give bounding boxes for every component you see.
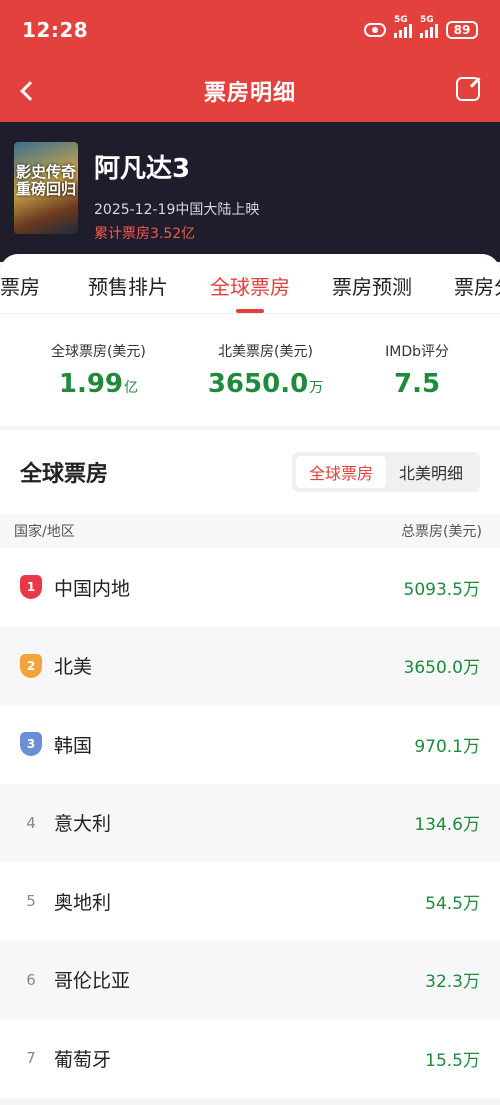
country-name: 奥地利 [54,891,112,914]
movie-cumulative-box-office: 累计票房3.52亿 [94,226,196,242]
tab-box-office-split[interactable]: 票房分 [454,271,500,300]
back-button[interactable] [10,74,44,108]
active-tab-indicator [236,309,264,313]
status-bar: 12:28 5G 5G 89 [0,0,500,60]
top-bar: 12:28 5G 5G 89 票房明细 [0,0,500,122]
tab-presale[interactable]: 预售排片 [88,271,168,300]
rank-badge-icon: 3 [20,732,42,757]
stat-global: 全球票房(美元) 1.99亿 [51,341,146,399]
table-row[interactable]: 6 哥伦比亚 32.3万 [0,940,500,1019]
rank-number: 6 [26,970,36,989]
table-row[interactable]: 4 意大利 134.6万 [0,783,500,862]
country-name: 葡萄牙 [54,1048,112,1071]
movie-release-date: 2025-12-19中国大陆上映 [94,202,260,218]
tab-forecast[interactable]: 票房预测 [332,271,412,300]
movie-info: 阿凡达3 2025-12-19中国大陆上映 累计票房3.52亿 [94,142,259,242]
rank: 5 [18,892,44,910]
page-title: 票房明细 [203,81,296,106]
rank: 3 [18,732,44,757]
rank-number: 4 [26,813,36,832]
stat-unit: 万 [309,380,324,396]
table-row[interactable]: 3 韩国 970.1万 [0,705,500,784]
rank-number: 5 [26,892,36,911]
tab-box-office[interactable]: 用票房 [0,271,40,300]
chevron-left-icon [20,81,40,101]
signal-icon: 5G [394,15,412,38]
box-office-value: 15.5万 [425,1050,480,1071]
box-office-value: 3650.0万 [403,658,480,679]
poster-text: 影史传奇 重磅回归 [16,163,77,198]
rank-number: 7 [26,1049,36,1068]
country-table: 1 中国内地 5093.5万 2 北美 3650.0万 3 韩国 970.1万 … [0,548,500,1098]
rank: 4 [18,814,44,832]
country-name: 韩国 [54,734,93,757]
stat-value: 7.5 [394,369,441,399]
table-row[interactable]: 5 奥地利 54.5万 [0,862,500,941]
view-toggle: 全球票房 北美明细 [291,452,480,492]
rank: 2 [18,653,44,678]
signal-icon: 5G [420,15,438,38]
country-name: 北美 [54,656,93,679]
stat-unit: 亿 [124,380,139,396]
country-name: 中国内地 [54,577,131,600]
toggle-north-america[interactable]: 北美明细 [386,456,476,488]
rank: 7 [18,1049,44,1067]
stat-label: IMDb评分 [385,344,449,360]
table-header: 国家/地区 总票房(美元) [0,514,500,548]
rank: 1 [18,575,44,600]
eye-icon [364,23,386,37]
box-office-value: 54.5万 [425,893,480,914]
stat-label: 北美票房(美元) [218,344,313,360]
toggle-global[interactable]: 全球票房 [295,456,386,488]
stat-value: 3650.0 [207,369,309,399]
rank-badge-icon: 2 [20,653,42,678]
column-total: 总票房(美元) [401,524,482,540]
stat-value: 1.99 [58,369,124,399]
signal-label: 5G [394,15,408,25]
movie-title: 阿凡达3 [94,154,191,184]
box-office-value: 970.1万 [414,736,480,757]
share-icon[interactable] [456,77,480,101]
movie-poster[interactable]: 影史传奇 重磅回归 [14,142,78,234]
column-country: 国家/地区 [14,524,75,540]
global-box-office-section: 全球票房 全球票房 北美明细 国家/地区 总票房(美元) 1 中国内地 5093… [0,430,500,1098]
section-header: 全球票房 全球票房 北美明细 [0,430,500,514]
nav-bar: 票房明细 [0,60,500,122]
table-row[interactable]: 2 北美 3650.0万 [0,626,500,705]
rank: 6 [18,971,44,989]
status-icons: 5G 5G 89 [364,15,478,39]
box-office-value: 5093.5万 [403,579,480,600]
stats-summary: 全球票房(美元) 1.99亿 北美票房(美元) 3650.0万 IMDb评分 7… [0,314,500,426]
stat-label: 全球票房(美元) [50,344,146,360]
stat-imdb: IMDb评分 7.5 [385,341,449,399]
country-name: 哥伦比亚 [54,970,131,993]
content-card: 用票房 预售排片 全球票房 票房预测 票房分 全球票房(美元) 1.99亿 北美… [0,254,500,426]
box-office-value: 32.3万 [425,972,480,993]
country-name: 意大利 [54,813,112,836]
battery-icon: 89 [446,21,478,39]
signal-label: 5G [420,15,434,25]
tab-global-box-office[interactable]: 全球票房 [210,271,290,300]
box-office-value: 134.6万 [414,815,480,836]
status-time: 12:28 [22,18,89,42]
table-row[interactable]: 1 中国内地 5093.5万 [0,548,500,627]
rank-badge-icon: 1 [20,575,42,600]
section-title: 全球票房 [20,462,109,487]
tab-bar: 用票房 预售排片 全球票房 票房预测 票房分 [0,254,500,314]
movie-header: 影史传奇 重磅回归 阿凡达3 2025-12-19中国大陆上映 累计票房3.52… [0,122,500,262]
stat-north-america: 北美票房(美元) 3650.0万 [208,341,323,399]
table-row[interactable]: 7 葡萄牙 15.5万 [0,1019,500,1098]
